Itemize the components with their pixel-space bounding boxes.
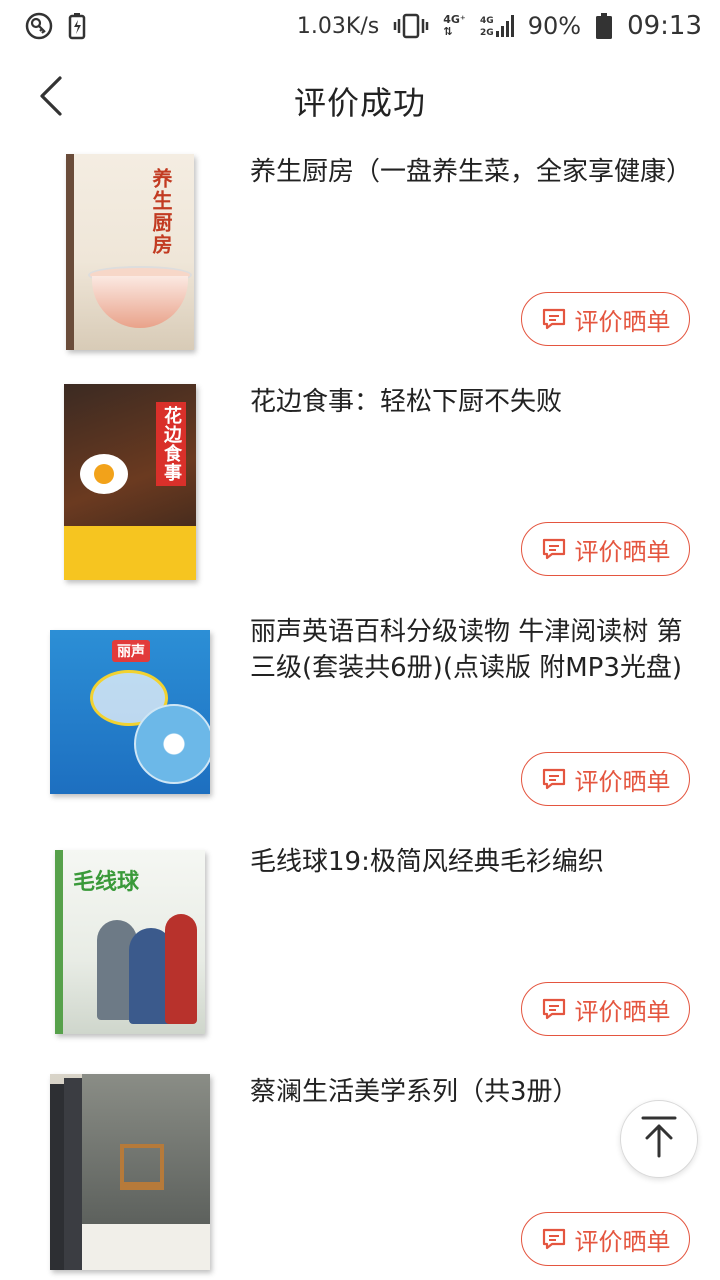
product-cover[interactable]: 丽声 (30, 612, 230, 812)
product-cover[interactable]: 花边食事 (30, 382, 230, 582)
comment-icon (541, 307, 567, 331)
comment-icon (541, 997, 567, 1021)
cover-title: 毛线球 (73, 870, 140, 895)
review-button-label: 评价晒单 (574, 537, 671, 566)
data-arrows-icon: ⇅ (443, 25, 453, 38)
list-item: 蔡澜生活美学系列（共3册） 评价晒单 (0, 1064, 720, 1280)
vibrate-icon (393, 13, 429, 39)
cover-title: 养生厨房 (149, 168, 173, 256)
list-item: 丽声 丽声英语百科分级读物 牛津阅读树 第三级(套装共6册)(点读版 附MP3光… (0, 604, 720, 834)
product-cover[interactable]: 养生厨房 (30, 152, 230, 352)
book-cover-image: 养生厨房 (66, 154, 194, 350)
review-button-label: 评价晒单 (574, 307, 671, 336)
header: 评价成功 (0, 52, 720, 144)
key-icon (24, 11, 54, 41)
cd-image (134, 704, 210, 784)
review-button[interactable]: 评价晒单 (521, 982, 690, 1036)
svg-text:2G: 2G (480, 28, 494, 38)
review-button[interactable]: 评价晒单 (521, 752, 690, 806)
battery-saver-icon (68, 12, 86, 40)
review-button[interactable]: 评价晒单 (521, 522, 690, 576)
clock: 09:13 (627, 11, 702, 41)
svg-text:4G: 4G (480, 16, 494, 26)
cover-title: 丽声 (112, 640, 150, 662)
product-cover[interactable] (30, 1072, 230, 1272)
product-title[interactable]: 养生厨房（一盘养生菜，全家享健康） (250, 154, 690, 190)
product-title[interactable]: 花边食事：轻松下厨不失败 (250, 384, 690, 420)
review-button[interactable]: 评价晒单 (521, 292, 690, 346)
book-cover-image (50, 1074, 210, 1270)
comment-icon (541, 537, 567, 561)
review-button[interactable]: 评价晒单 (521, 1212, 690, 1266)
product-title[interactable]: 毛线球19:极简风经典毛衫编织 (250, 844, 690, 880)
comment-icon (541, 767, 567, 791)
product-list: 养生厨房 养生厨房（一盘养生菜，全家享健康） 评价晒单 花边食事 花边食事：轻松… (0, 144, 720, 1280)
battery-percent: 90% (527, 12, 582, 40)
review-button-label: 评价晒单 (574, 997, 671, 1026)
review-button-label: 评价晒单 (574, 1227, 671, 1256)
back-to-top-button[interactable] (620, 1100, 698, 1178)
comment-icon (541, 1227, 567, 1251)
list-item: 养生厨房 养生厨房（一盘养生菜，全家享健康） 评价晒单 (0, 144, 720, 374)
product-title[interactable]: 丽声英语百科分级读物 牛津阅读树 第三级(套装共6册)(点读版 附MP3光盘) (250, 614, 690, 686)
product-cover[interactable]: 毛线球 (30, 842, 230, 1042)
book-cover-image: 花边食事 (64, 384, 196, 580)
battery-icon (595, 12, 613, 40)
list-item: 花边食事 花边食事：轻松下厨不失败 评价晒单 (0, 374, 720, 604)
signal-icon: 4G 2G (480, 13, 514, 39)
arrow-up-to-top-icon (639, 1115, 679, 1163)
review-button-label: 评价晒单 (574, 767, 671, 796)
product-title[interactable]: 蔡澜生活美学系列（共3册） (250, 1074, 690, 1110)
book-cover-image: 丽声 (50, 630, 210, 794)
network-4g-indicator: 4G⁺ ⇅ (443, 14, 466, 38)
cover-title: 花边食事 (156, 402, 186, 486)
list-item: 毛线球 毛线球19:极简风经典毛衫编织 评价晒单 (0, 834, 720, 1064)
page-title: 评价成功 (293, 84, 426, 122)
network-speed: 1.03K/s (296, 13, 380, 39)
book-cover-image: 毛线球 (55, 850, 205, 1034)
status-bar: 1.03K/s 4G⁺ ⇅ 4G 2G 90% 09:13 (0, 0, 720, 52)
